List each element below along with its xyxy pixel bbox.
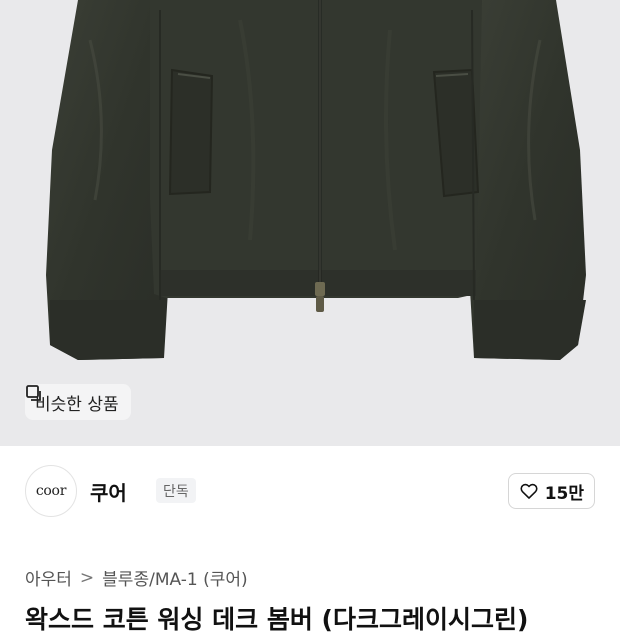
breadcrumb-item-blouson[interactable]: 블루종/MA-1 (쿠어) <box>102 565 247 590</box>
brand-logo[interactable]: coor <box>25 465 77 517</box>
breadcrumb-item-outer[interactable]: 아우터 <box>25 565 72 590</box>
like-count: 15만 <box>544 483 584 504</box>
brand-row: coor 쿠어 단독 15만 <box>25 465 595 517</box>
chevron-right-icon: > <box>79 567 95 588</box>
similar-products-button[interactable]: 비슷한 상품 <box>25 384 131 420</box>
brand-name[interactable]: 쿠어 <box>90 477 127 506</box>
brand-logo-text: coor <box>35 483 67 499</box>
jacket-illustration <box>46 0 586 360</box>
similar-products-label: 비슷한 상품 <box>35 394 119 415</box>
breadcrumb: 아우터 > 블루종/MA-1 (쿠어) <box>25 565 248 591</box>
copy-icon <box>26 385 41 401</box>
product-title: 왁스드 코튼 워싱 데크 봄버 (다크그레이시그린) <box>25 605 529 634</box>
heart-icon <box>520 483 538 499</box>
exclusive-badge: 단독 <box>156 478 196 503</box>
product-image[interactable]: 비슷한 상품 <box>0 0 620 446</box>
like-button[interactable]: 15만 <box>507 473 595 509</box>
